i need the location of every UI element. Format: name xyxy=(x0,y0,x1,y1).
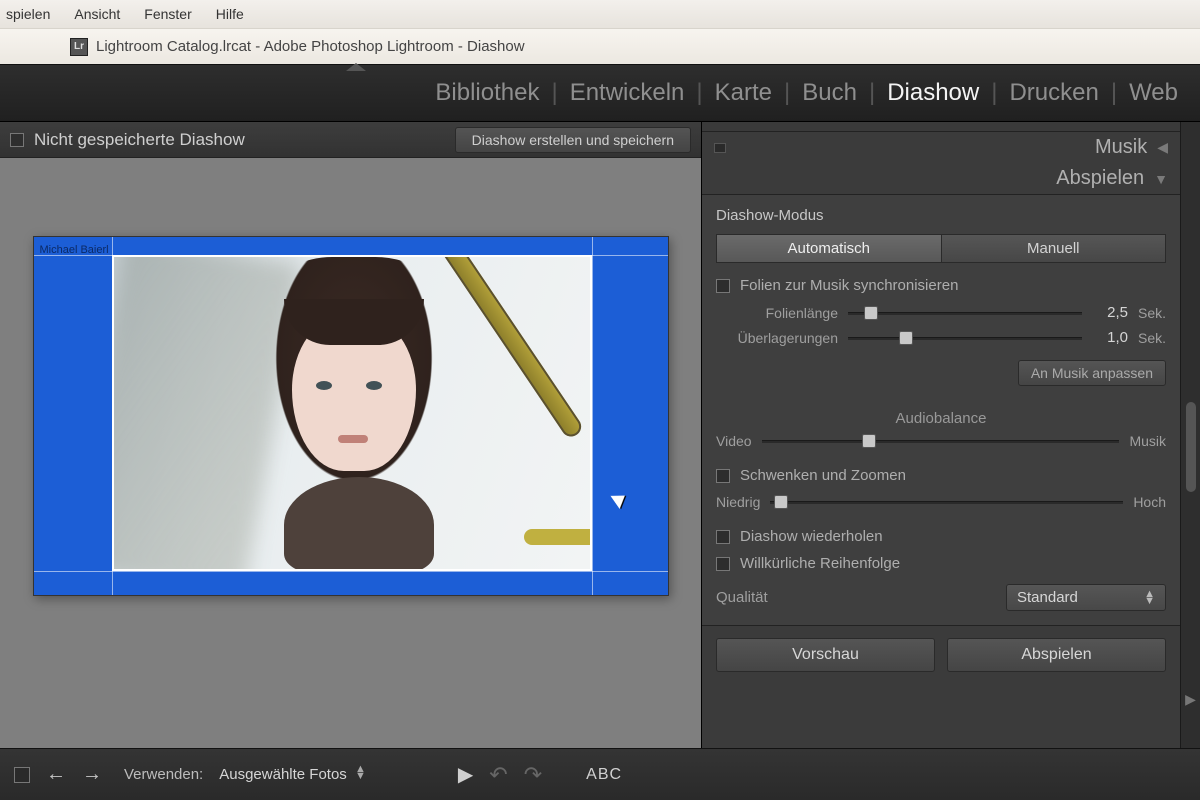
section-title-mode: Diashow-Modus xyxy=(716,207,1166,224)
guide-bottom[interactable] xyxy=(34,571,668,572)
fit-to-music-button[interactable]: An Musik anpassen xyxy=(1018,360,1166,386)
panel-title-music: Musik xyxy=(1095,136,1147,159)
sync-to-music-checkbox[interactable] xyxy=(716,279,730,293)
quality-label: Qualität xyxy=(716,589,768,606)
slide-length-slider[interactable] xyxy=(848,306,1082,320)
panzoom-low-label: Niedrig xyxy=(716,494,760,510)
sync-to-music-label: Folien zur Musik synchronisieren xyxy=(740,277,958,294)
mode-segmented: Automatisch Manuell xyxy=(716,234,1166,263)
slide-length-label: Folienlänge xyxy=(716,305,838,321)
random-order-label: Willkürliche Reihenfolge xyxy=(740,555,900,572)
preview-button[interactable]: Vorschau xyxy=(716,638,935,672)
module-picker: Bibliothek| Entwickeln| Karte| Buch| Dia… xyxy=(0,64,1200,122)
collapse-right-icon[interactable]: ▶ xyxy=(1185,691,1196,708)
text-overlay-button[interactable]: ABC xyxy=(586,766,622,784)
cursor-icon xyxy=(610,489,629,509)
prev-slide-button[interactable]: ← xyxy=(46,763,66,786)
os-menu-item[interactable]: Fenster xyxy=(144,6,191,22)
panzoom-slider[interactable] xyxy=(770,495,1123,509)
slide-preview[interactable]: Michael Baierl xyxy=(33,236,669,596)
slide-length-value[interactable]: 2,5 xyxy=(1092,304,1128,321)
next-slide-button[interactable]: → xyxy=(82,763,102,786)
os-menu-bar: spielen Ansicht Fenster Hilfe xyxy=(0,0,1200,28)
balance-right-label: Musik xyxy=(1129,433,1166,449)
module-tab-book[interactable]: Buch xyxy=(790,79,869,107)
crossfade-label: Überlagerungen xyxy=(716,330,838,346)
mode-auto-button[interactable]: Automatisch xyxy=(716,234,941,263)
preview-play-button[interactable]: ▶ xyxy=(458,762,473,787)
stepper-icon: ▲▼ xyxy=(1144,591,1155,605)
pan-zoom-checkbox[interactable] xyxy=(716,469,730,483)
bottom-toolbar: ← → Verwenden: Ausgewählte Fotos ▲▼ ▶ ↶ … xyxy=(0,748,1200,800)
app-icon: Lr xyxy=(70,38,88,56)
stepper-icon: ▲▼ xyxy=(355,766,366,780)
module-tab-web[interactable]: Web xyxy=(1117,79,1190,107)
os-menu-item[interactable]: Ansicht xyxy=(74,6,120,22)
module-tab-slideshow[interactable]: Diashow xyxy=(875,79,991,107)
panel-header-playback[interactable]: Abspielen ▼ xyxy=(702,163,1180,194)
slideshow-title: Nicht gespeicherte Diashow xyxy=(34,130,445,150)
rotate-cw-icon[interactable]: ↷ xyxy=(524,762,542,788)
panel-title-playback: Abspielen xyxy=(1056,167,1144,190)
chevron-down-icon: ▼ xyxy=(1154,171,1168,187)
play-button[interactable]: Abspielen xyxy=(947,638,1166,672)
scrollbar-thumb[interactable] xyxy=(1186,402,1196,492)
panzoom-high-label: Hoch xyxy=(1133,494,1166,510)
quality-value: Standard xyxy=(1017,589,1078,606)
create-save-button[interactable]: Diashow erstellen und speichern xyxy=(455,127,691,153)
module-tab-print[interactable]: Drucken xyxy=(997,79,1110,107)
right-scrollbar[interactable]: ▶ xyxy=(1180,122,1200,748)
panel-toggle-icon[interactable] xyxy=(714,143,726,153)
module-tab-map[interactable]: Karte xyxy=(703,79,784,107)
chevron-left-icon: ◀ xyxy=(1157,139,1168,156)
module-tab-library[interactable]: Bibliothek xyxy=(423,79,551,107)
quality-select[interactable]: Standard ▲▼ xyxy=(1006,584,1166,611)
window-title-bar: Lr Lightroom Catalog.lrcat - Adobe Photo… xyxy=(0,28,1200,64)
use-collection-checkbox[interactable] xyxy=(10,133,24,147)
audiobalance-title: Audiobalance xyxy=(716,410,1166,427)
guide-right[interactable] xyxy=(592,237,593,595)
os-menu-item[interactable]: Hilfe xyxy=(216,6,244,22)
use-label: Verwenden: xyxy=(124,766,203,783)
rotate-ccw-icon[interactable]: ↶ xyxy=(489,762,507,788)
panel-header-music[interactable]: Musik ◀ xyxy=(702,132,1180,163)
slide-length-unit: Sek. xyxy=(1138,305,1166,321)
crossfade-slider[interactable] xyxy=(848,331,1082,345)
panel-playback: Diashow-Modus Automatisch Manuell Folien… xyxy=(702,194,1180,626)
crossfade-value[interactable]: 1,0 xyxy=(1092,329,1128,346)
right-panel-group: Musik ◀ Abspielen ▼ Diashow-Modus Automa… xyxy=(702,122,1200,748)
module-tab-develop[interactable]: Entwickeln xyxy=(558,79,697,107)
repeat-checkbox[interactable] xyxy=(716,530,730,544)
audiobalance-slider[interactable] xyxy=(762,434,1120,448)
use-select[interactable]: Ausgewählte Fotos ▲▼ xyxy=(219,766,366,783)
stop-button[interactable] xyxy=(14,767,30,783)
crossfade-unit: Sek. xyxy=(1138,330,1166,346)
random-order-checkbox[interactable] xyxy=(716,557,730,571)
mode-manual-button[interactable]: Manuell xyxy=(941,234,1167,263)
center-column: Nicht gespeicherte Diashow Diashow erste… xyxy=(0,122,702,748)
pan-zoom-label: Schwenken und Zoomen xyxy=(740,467,906,484)
balance-left-label: Video xyxy=(716,433,752,449)
window-title: Lightroom Catalog.lrcat - Adobe Photosho… xyxy=(96,38,525,55)
center-header: Nicht gespeicherte Diashow Diashow erste… xyxy=(0,122,701,158)
reveal-panel-icon[interactable] xyxy=(346,63,366,71)
slide-stage[interactable]: Michael Baierl xyxy=(0,158,701,748)
slide-photo xyxy=(112,255,592,571)
repeat-label: Diashow wiederholen xyxy=(740,528,883,545)
os-menu-item[interactable]: spielen xyxy=(6,6,50,22)
